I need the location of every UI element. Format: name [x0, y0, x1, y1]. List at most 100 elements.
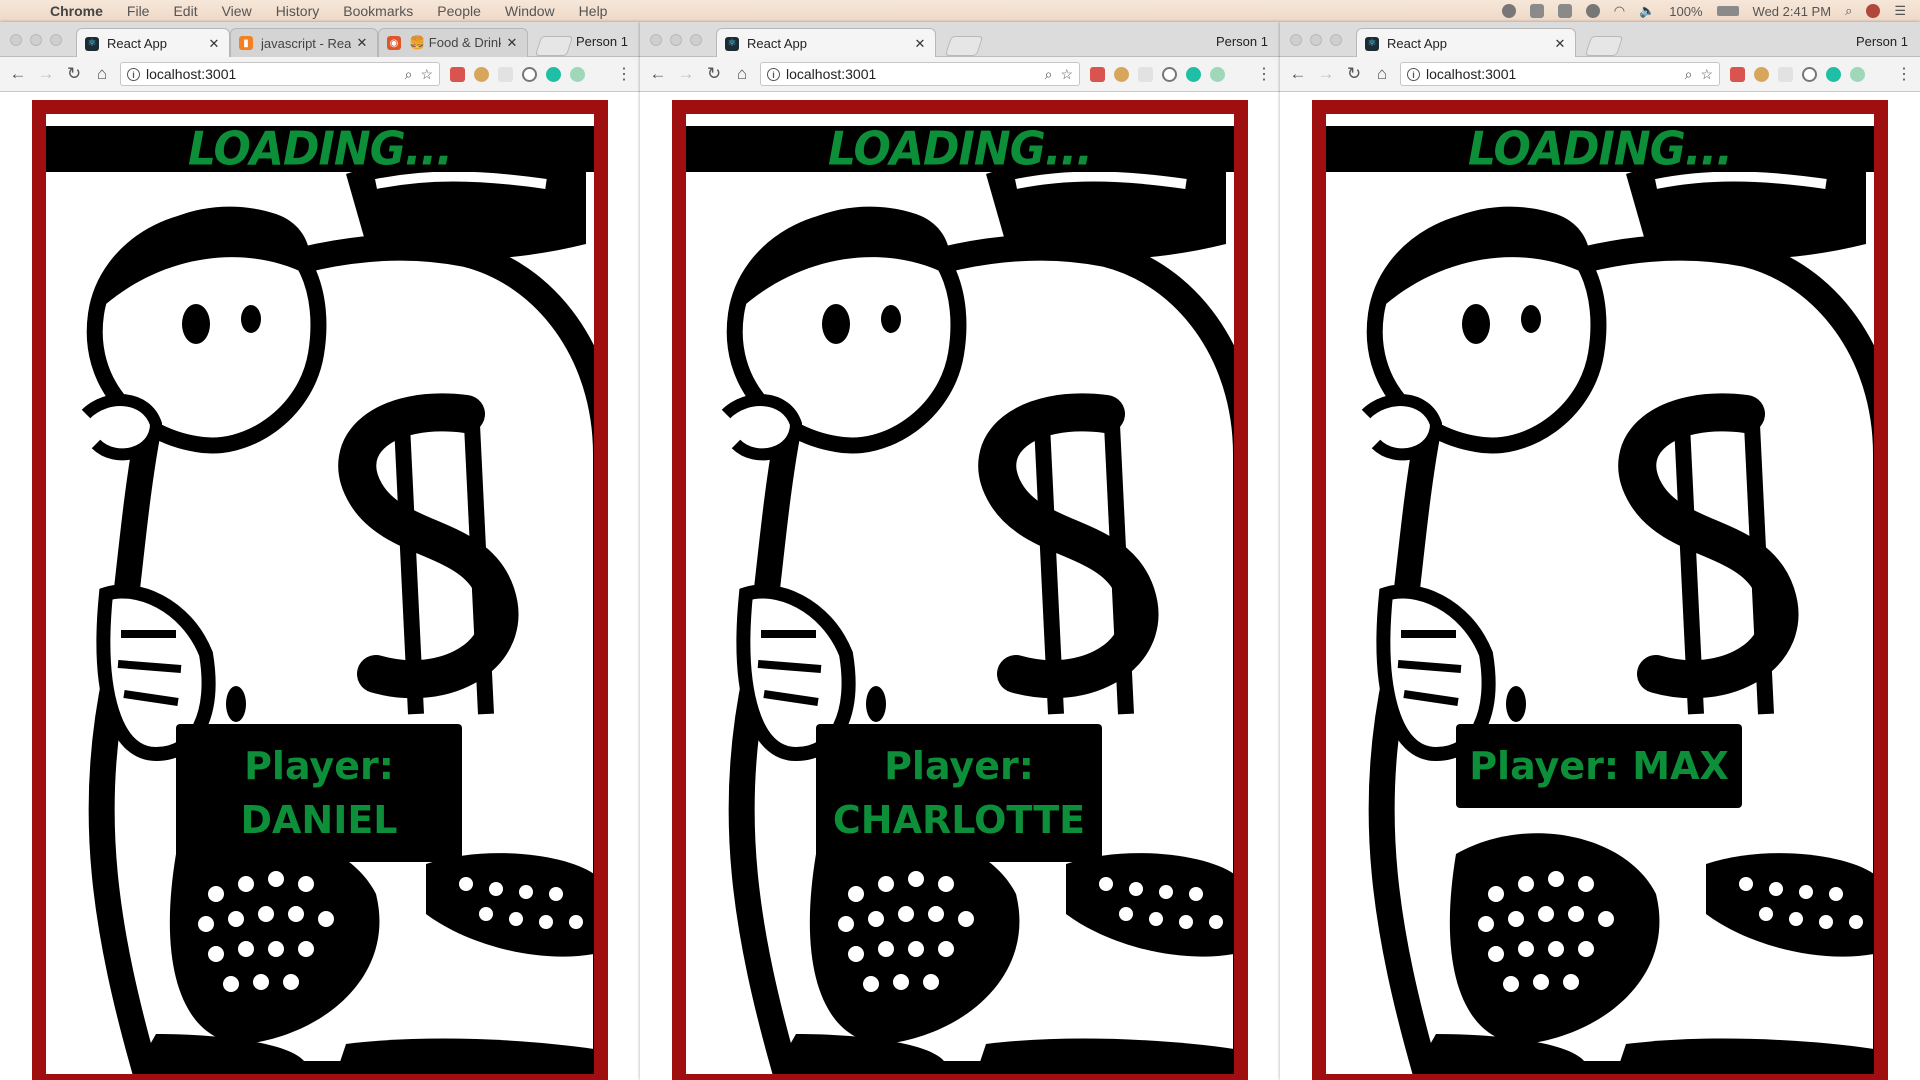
info-icon[interactable]: i — [127, 67, 140, 81]
menu-people[interactable]: People — [425, 3, 493, 19]
profile-button[interactable]: Person 1 — [1216, 34, 1268, 49]
new-tab-button[interactable] — [534, 36, 574, 56]
extension-icon[interactable] — [1826, 66, 1841, 82]
forward-icon[interactable]: → — [672, 64, 700, 84]
wifi-icon[interactable]: ◠ — [1614, 3, 1625, 19]
bluetooth-icon[interactable] — [1585, 4, 1600, 18]
loading-card: LOADING... Player: CHARLOTTE — [686, 114, 1234, 1074]
address-bar[interactable]: i localhost:3001 ⌕ ☆ — [120, 62, 440, 86]
zoom-icon[interactable]: ⌕ — [1685, 66, 1693, 83]
clock[interactable]: Wed 2:41 PM — [1753, 4, 1832, 19]
back-icon[interactable]: ← — [4, 64, 32, 84]
loading-text: LOADING... — [1468, 122, 1733, 176]
extension-icon[interactable] — [498, 66, 513, 82]
tab-javascript-react[interactable]: ▮ javascript - React ✕ — [230, 28, 378, 57]
status-area: ◠ 🔈 100% Wed 2:41 PM ⌕ ☰ — [1501, 3, 1920, 19]
close-tab-icon[interactable]: ✕ — [355, 35, 369, 51]
notification-center-icon[interactable]: ☰ — [1894, 3, 1906, 19]
menu-history[interactable]: History — [264, 3, 332, 19]
window-controls — [1290, 34, 1342, 46]
forward-icon[interactable]: → — [1312, 64, 1340, 84]
profile-button[interactable]: Person 1 — [1856, 34, 1908, 49]
info-icon[interactable]: i — [767, 67, 780, 81]
extension-icon[interactable] — [522, 66, 537, 82]
tab-react-app[interactable]: ⚛ React App ✕ — [76, 28, 230, 58]
menu-app-name[interactable]: Chrome — [38, 3, 115, 19]
evernote-icon[interactable] — [1529, 4, 1544, 18]
bookmark-star-icon[interactable]: ☆ — [1700, 66, 1713, 83]
new-tab-button[interactable] — [944, 36, 984, 56]
info-icon[interactable]: i — [1407, 67, 1420, 81]
close-window-button[interactable] — [1290, 34, 1302, 46]
minimize-window-button[interactable] — [30, 34, 42, 46]
reload-icon[interactable]: ↻ — [1340, 64, 1368, 84]
address-bar[interactable]: i localhost:3001 ⌕ ☆ — [760, 62, 1080, 86]
menu-edit[interactable]: Edit — [161, 3, 209, 19]
close-tab-icon[interactable]: ✕ — [207, 36, 221, 52]
creative-cloud-icon[interactable] — [1501, 4, 1516, 18]
zoom-icon[interactable]: ⌕ — [405, 66, 413, 83]
back-icon[interactable]: ← — [644, 64, 672, 84]
forward-icon[interactable]: → — [32, 64, 60, 84]
menu-file[interactable]: File — [115, 3, 162, 19]
tab-label: React App — [747, 36, 807, 51]
extension-icon[interactable] — [450, 66, 465, 82]
extension-icon[interactable] — [570, 66, 585, 82]
extension-icon[interactable] — [1138, 66, 1153, 82]
volume-icon[interactable]: 🔈 — [1639, 3, 1655, 19]
moneybag-illustration — [721, 150, 1234, 1074]
zoom-window-button[interactable] — [1330, 34, 1342, 46]
chrome-menu-icon[interactable]: ⋮ — [1896, 64, 1912, 84]
extension-icon[interactable] — [1162, 66, 1177, 82]
cookie-icon[interactable] — [1114, 66, 1129, 82]
window-controls — [650, 34, 702, 46]
zoom-window-button[interactable] — [690, 34, 702, 46]
minimize-window-button[interactable] — [1310, 34, 1322, 46]
tab-react-app[interactable]: ⚛ React App ✕ — [1356, 28, 1576, 58]
extension-icon[interactable] — [1850, 66, 1865, 82]
close-tab-icon[interactable]: ✕ — [1553, 36, 1567, 52]
zoom-icon[interactable]: ⌕ — [1045, 66, 1053, 83]
home-icon[interactable]: ⌂ — [728, 64, 756, 84]
extensions — [450, 66, 585, 82]
reload-icon[interactable]: ↻ — [60, 64, 88, 84]
bookmark-star-icon[interactable]: ☆ — [1060, 66, 1073, 83]
cookie-icon[interactable] — [1754, 66, 1769, 82]
url-text: localhost:3001 — [786, 66, 877, 82]
reload-icon[interactable]: ↻ — [700, 64, 728, 84]
zoom-window-button[interactable] — [50, 34, 62, 46]
menu-window[interactable]: Window — [493, 3, 567, 19]
profile-button[interactable]: Person 1 — [576, 34, 628, 49]
tab-food-drink[interactable]: ◉ 🍔 Food & Drink ✕ — [378, 28, 528, 57]
user-avatar-icon[interactable] — [1866, 4, 1881, 18]
tab-react-app[interactable]: ⚛ React App ✕ — [716, 28, 936, 58]
home-icon[interactable]: ⌂ — [1368, 64, 1396, 84]
close-window-button[interactable] — [10, 34, 22, 46]
extension-icon[interactable] — [1090, 66, 1105, 82]
cookie-icon[interactable] — [474, 66, 489, 82]
extension-icon[interactable] — [1210, 66, 1225, 82]
extension-icon[interactable] — [1802, 66, 1817, 82]
new-tab-button[interactable] — [1584, 36, 1624, 56]
extension-icon[interactable] — [1778, 66, 1793, 82]
close-tab-icon[interactable]: ✕ — [505, 35, 519, 51]
spotlight-icon[interactable]: ⌕ — [1845, 3, 1852, 19]
address-bar[interactable]: i localhost:3001 ⌕ ☆ — [1400, 62, 1720, 86]
extensions — [1090, 66, 1225, 82]
extension-icon[interactable] — [1730, 66, 1745, 82]
menu-help[interactable]: Help — [567, 3, 620, 19]
close-tab-icon[interactable]: ✕ — [913, 36, 927, 52]
close-window-button[interactable] — [650, 34, 662, 46]
battery-icon[interactable] — [1716, 6, 1739, 16]
extension-icon[interactable] — [546, 66, 561, 82]
menu-view[interactable]: View — [210, 3, 264, 19]
airplay-icon[interactable] — [1557, 4, 1572, 18]
chrome-menu-icon[interactable]: ⋮ — [616, 64, 632, 84]
bookmark-star-icon[interactable]: ☆ — [420, 66, 433, 83]
home-icon[interactable]: ⌂ — [88, 64, 116, 84]
minimize-window-button[interactable] — [670, 34, 682, 46]
menu-bookmarks[interactable]: Bookmarks — [331, 3, 425, 19]
chrome-menu-icon[interactable]: ⋮ — [1256, 64, 1272, 84]
extension-icon[interactable] — [1186, 66, 1201, 82]
back-icon[interactable]: ← — [1284, 64, 1312, 84]
